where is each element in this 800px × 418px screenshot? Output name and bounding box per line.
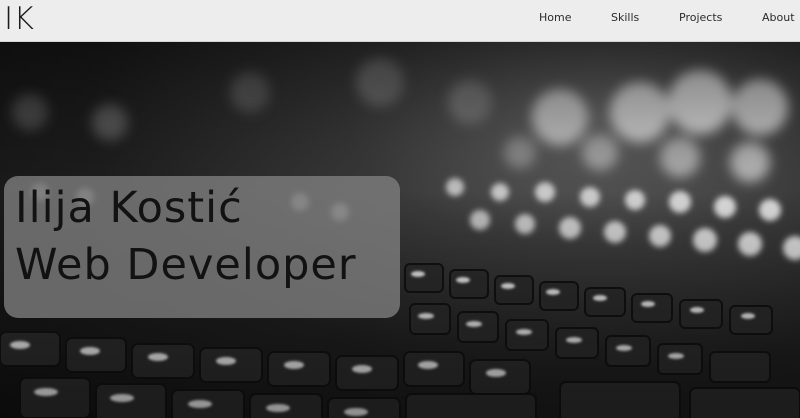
top-navbar: IK Home Skills Projects About (0, 0, 800, 42)
nav-link-about[interactable]: About (762, 11, 795, 24)
page: IK Home Skills Projects About Ilija Kost… (0, 0, 800, 418)
hero-role: Web Developer (15, 240, 357, 290)
nav-link-projects[interactable]: Projects (679, 11, 722, 24)
hero-title-card: Ilija Kostić Web Developer (4, 176, 400, 318)
hero-name: Ilija Kostić (15, 183, 243, 233)
nav-link-skills[interactable]: Skills (611, 11, 639, 24)
site-logo[interactable]: IK (4, 0, 34, 38)
nav-link-home[interactable]: Home (539, 11, 571, 24)
